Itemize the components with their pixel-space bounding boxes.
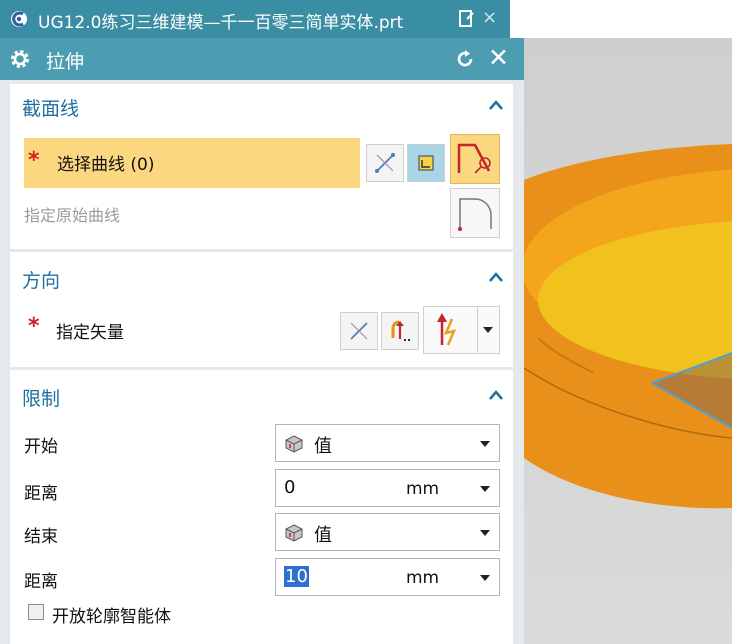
tab-close-icon[interactable]: × [482, 7, 497, 28]
inferred-vector-icon [437, 313, 457, 346]
open-profile-checkbox[interactable] [28, 604, 44, 620]
chevron-down-icon [483, 327, 493, 333]
section-panel: 截面线 * 选择曲线 (0) 指定原始曲线 [10, 84, 513, 249]
dialog-header: 拉伸 ✕ [0, 38, 524, 80]
specify-vector-label: 指定矢量 [56, 323, 124, 343]
sketch-section-icon [418, 155, 434, 171]
end-distance-unit: mm [406, 568, 440, 588]
extrude-dialog: 拉伸 ✕ 截面线 * 选择曲线 (0) 指定原始曲线 方向 * 指定矢量 限制 … [0, 38, 524, 644]
start-label: 开始 [24, 437, 58, 457]
close-icon[interactable]: ✕ [488, 44, 509, 72]
graphics-viewport[interactable] [524, 38, 732, 644]
vector-dialog-icon [391, 320, 412, 341]
limits-panel: 限制 开始 值 距离 0 mm 结束 值 距离 10 mm 开放轮廓智能体 [10, 370, 513, 644]
start-option-value: 值 [314, 436, 332, 457]
start-distance-label: 距离 [24, 484, 58, 504]
specify-origin-curve-label: 指定原始曲线 [24, 206, 121, 225]
required-star-icon: * [28, 148, 40, 173]
nx-logo-icon [11, 11, 27, 27]
origin-curve-icon [458, 198, 492, 231]
end-option-select[interactable]: 值 [275, 513, 500, 551]
document-tab[interactable]: UG12.0练习三维建模—千一百零三简单实体.prt × [0, 0, 510, 38]
chevron-down-icon [480, 486, 490, 492]
end-label: 结束 [24, 527, 58, 547]
section-title: 截面线 [22, 98, 80, 120]
open-profile-label: 开放轮廓智能体 [52, 607, 171, 627]
end-distance-value: 10 [284, 566, 309, 587]
origin-curve-button[interactable] [450, 188, 500, 238]
direction-title: 方向 [22, 270, 61, 292]
required-star-icon: * [28, 314, 40, 339]
value-cube-icon [285, 524, 303, 542]
limits-title: 限制 [22, 388, 61, 410]
start-distance-value: 0 [284, 477, 296, 498]
chevron-up-icon[interactable] [488, 99, 504, 111]
end-option-value: 值 [314, 525, 332, 546]
select-curve-row[interactable]: * 选择曲线 (0) [24, 138, 360, 188]
reverse-direction-icon [350, 322, 368, 340]
chevron-down-icon [480, 530, 490, 536]
curve-select-button[interactable] [450, 134, 500, 184]
vector-dialog-button[interactable] [381, 312, 419, 350]
reverse-direction-button[interactable] [340, 312, 378, 350]
start-distance-unit: mm [406, 479, 440, 499]
tab-bar: UG12.0练习三维建模—千一百零三简单实体.prt × [0, 0, 732, 38]
curve-rule-icon [375, 153, 395, 173]
sketch-section-button[interactable] [407, 144, 445, 182]
end-distance-input[interactable]: 10 mm [275, 558, 500, 596]
chevron-down-icon [480, 441, 490, 447]
dialog-title: 拉伸 [46, 51, 85, 73]
chevron-up-icon[interactable] [488, 389, 504, 401]
value-cube-icon [285, 435, 303, 453]
reset-icon[interactable] [455, 49, 475, 69]
start-option-select[interactable]: 值 [275, 424, 500, 462]
gear-icon[interactable] [10, 49, 30, 69]
split-divider [477, 307, 478, 353]
chevron-down-icon [480, 575, 490, 581]
curve-rule-button[interactable] [366, 144, 404, 182]
select-curve-label: 选择曲线 (0) [57, 155, 155, 175]
inferred-vector-button[interactable] [423, 306, 500, 354]
tab-title: UG12.0练习三维建模—千一百零三简单实体.prt [38, 13, 404, 33]
direction-panel: 方向 * 指定矢量 [10, 252, 513, 367]
chevron-up-icon[interactable] [488, 271, 504, 283]
document-icon[interactable] [459, 10, 475, 28]
start-distance-input[interactable]: 0 mm [275, 469, 500, 507]
end-distance-label: 距离 [24, 572, 58, 592]
curve-select-icon [457, 143, 491, 174]
extruded-cylinder-model [524, 144, 732, 509]
